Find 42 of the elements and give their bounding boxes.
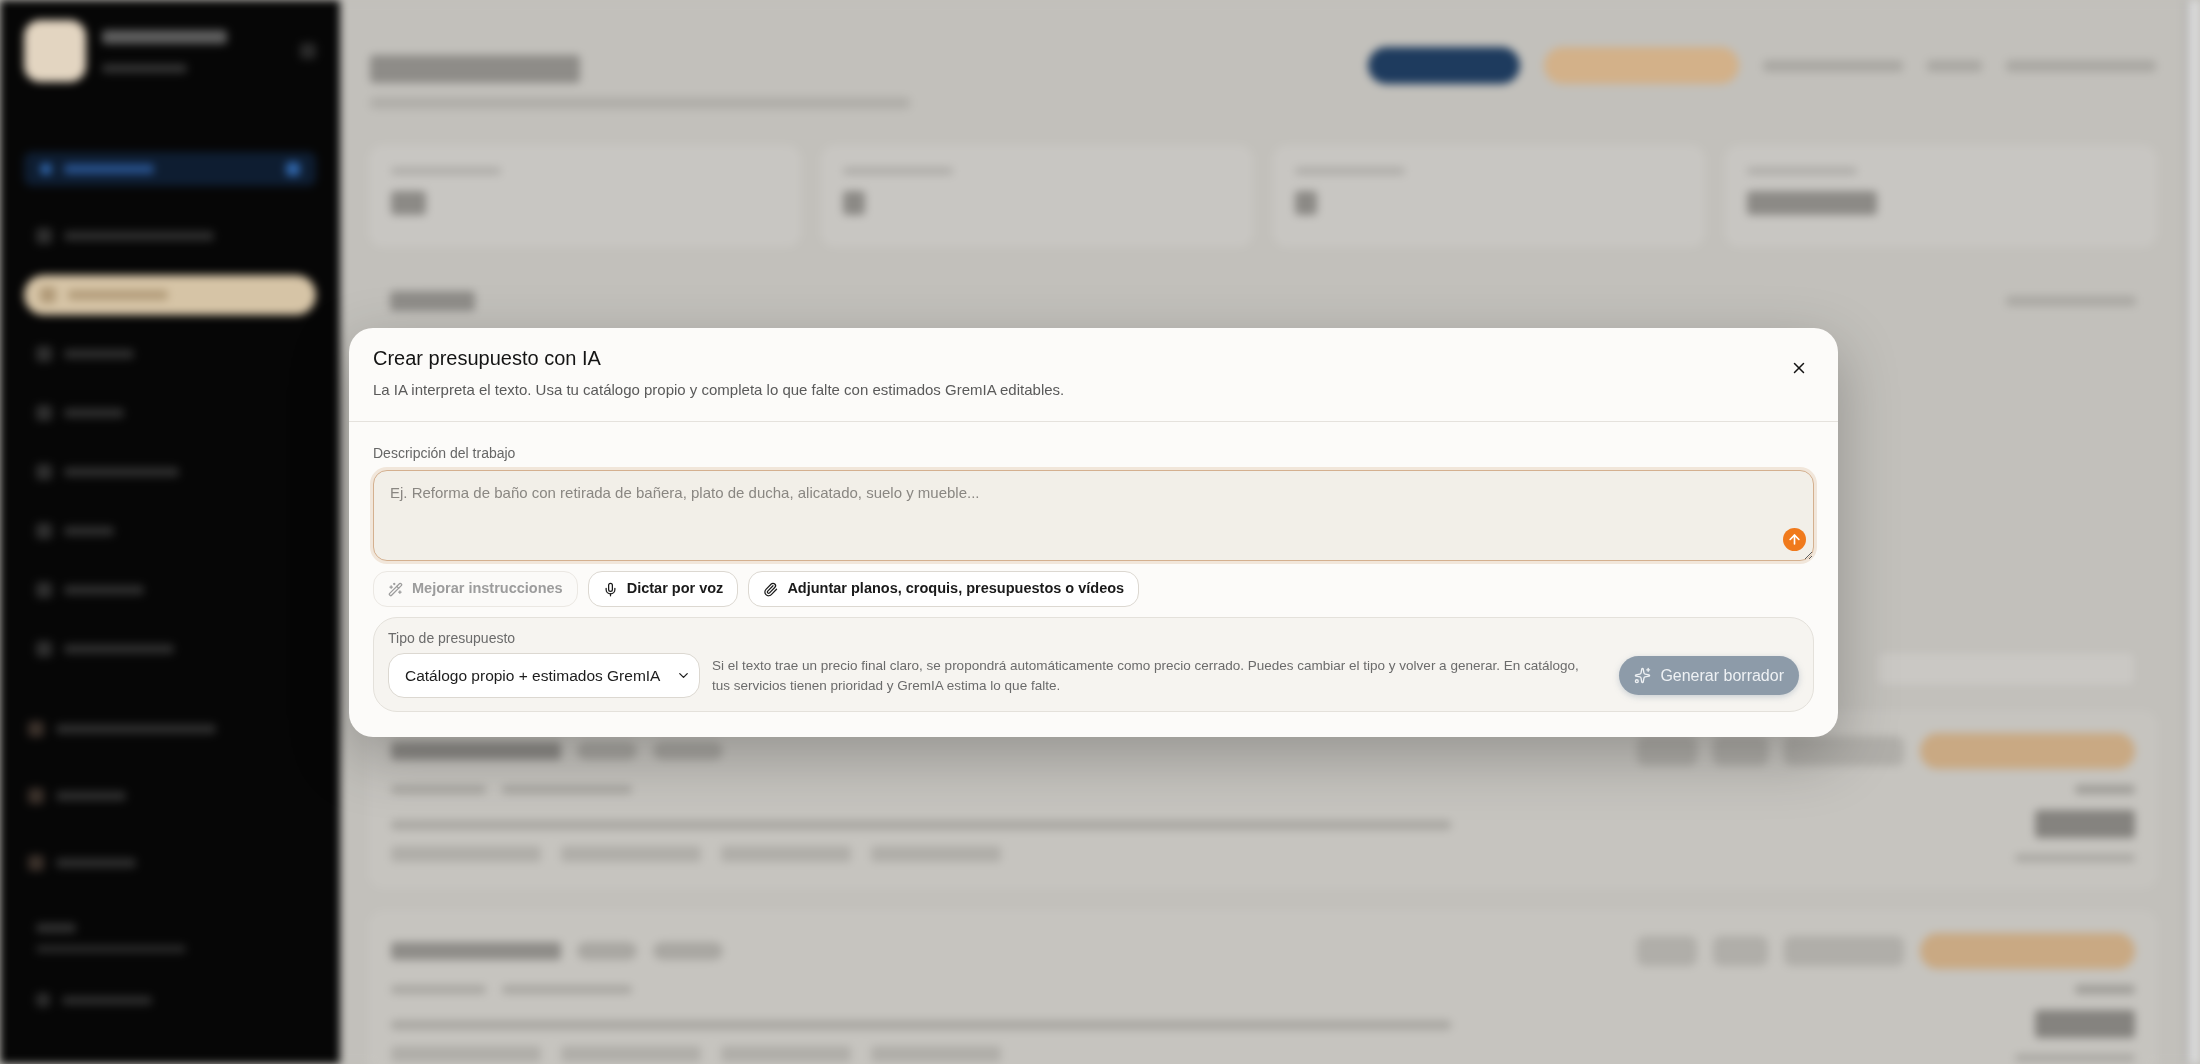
blurred-text-line — [36, 923, 76, 933]
blurred-icon — [36, 346, 52, 362]
blurred-icon — [40, 287, 56, 303]
blurred-icon — [28, 788, 44, 804]
magic-wand-icon — [388, 581, 403, 597]
blurred-icon — [300, 43, 316, 59]
blurred-tag — [577, 742, 637, 760]
help-text: Si el texto trae un precio final claro, se propondrá automáticamente como precio cerrado. Puedes cambiar el tipo y volver a generar. En catálogo, tus servicios tienen prioridad y GremIA estima lo que falte. — [712, 656, 1580, 695]
blurred-block — [1637, 736, 1697, 766]
blurred-tag — [653, 742, 723, 760]
dialog-title: Crear presupuesto con IA — [373, 346, 602, 371]
dialog-subtitle: La IA interpreta el texto. Usa tu catálogo propio y completa lo que falte con estimados GremIA editables. — [373, 380, 1065, 400]
blurred-icon — [36, 523, 52, 539]
blurred-text-line — [64, 526, 114, 536]
blurred-icon — [36, 641, 52, 657]
sparkles-icon — [1634, 667, 1652, 684]
blurred-text-line — [56, 791, 126, 801]
blurred-icon — [40, 163, 52, 175]
blurred-icon — [36, 993, 50, 1007]
action-button[interactable]: Adjuntar planos, croquis, presupuestos o vídeos — [748, 571, 1140, 607]
field-label: Descripción del trabajo — [373, 444, 517, 462]
blurred-tag — [653, 942, 723, 960]
blurred-icon — [286, 162, 300, 176]
blurred-icon — [36, 405, 52, 421]
blurred-icon — [28, 721, 44, 737]
blurred-icon — [28, 855, 44, 871]
blurred-icon — [36, 464, 52, 480]
budget-type-select[interactable]: Catálogo propio + estimados GremIA — [388, 653, 700, 698]
blurred-icon — [36, 228, 52, 244]
microphone-icon — [602, 581, 618, 597]
blurred-text-line — [64, 349, 134, 359]
blurred-text-line — [2075, 785, 2135, 794]
field-label: Tipo de presupuesto — [388, 629, 517, 647]
blurred-text-line — [2075, 985, 2135, 994]
blurred-text-line — [64, 408, 124, 418]
blurred-logo — [24, 20, 86, 82]
action-button[interactable]: Dictar por voz — [587, 571, 739, 607]
blurred-block — [1713, 736, 1768, 766]
paperclip-icon — [763, 581, 779, 597]
blurred-tag — [577, 942, 637, 960]
description-field[interactable]: Ej. Reforma de baño con retirada de bañera, plato de ducha, alicatado, suelo y mueble... — [373, 470, 1814, 561]
blurred-icon — [36, 582, 52, 598]
